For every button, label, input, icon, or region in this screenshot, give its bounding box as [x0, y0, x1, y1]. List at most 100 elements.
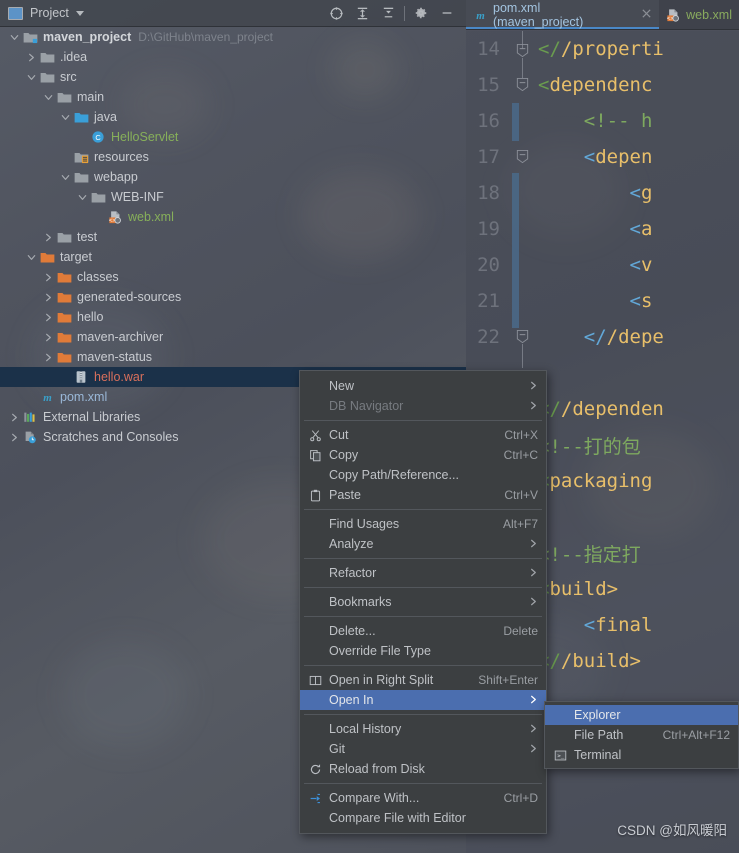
svg-text:m: m: [476, 10, 485, 22]
excluded-folder-icon: [56, 329, 72, 345]
tree-row[interactable]: <> web.xml: [0, 207, 466, 227]
menu-item[interactable]: Refactor: [300, 563, 546, 583]
code-line-text: <//properti: [538, 38, 664, 60]
chevron-right-icon[interactable]: [6, 429, 22, 445]
menu-item[interactable]: Open in Right Split Shift+Enter: [300, 670, 546, 690]
context-menu[interactable]: New DB Navigator Cut Ctrl+X Copy Ctrl+C Copy P…: [299, 370, 547, 834]
chevron-down-icon[interactable]: [40, 89, 56, 105]
chevron-right-icon[interactable]: [23, 49, 39, 65]
tree-row[interactable]: target: [0, 247, 466, 267]
java-class-icon: C: [90, 129, 106, 145]
menu-item[interactable]: Cut Ctrl+X: [300, 425, 546, 445]
project-panel-header: Project: [0, 0, 466, 27]
tree-row[interactable]: java: [0, 107, 466, 127]
background-blob: [60, 640, 190, 750]
menu-separator: [304, 558, 542, 559]
menu-separator: [304, 783, 542, 784]
tree-row[interactable]: src: [0, 67, 466, 87]
code-line: 17 <depen: [466, 139, 739, 175]
close-icon[interactable]: [641, 7, 652, 22]
tree-row[interactable]: WEB-INF: [0, 187, 466, 207]
tree-row-label: maven_project: [43, 30, 132, 44]
menu-item-shortcut: Ctrl+X: [504, 428, 538, 442]
menu-item[interactable]: Compare With... Ctrl+D: [300, 788, 546, 808]
menu-item[interactable]: Paste Ctrl+V: [300, 485, 546, 505]
menu-item: DB Navigator: [300, 396, 546, 416]
chevron-right-icon[interactable]: [40, 329, 56, 345]
chevron-right-icon[interactable]: [40, 309, 56, 325]
tree-row[interactable]: resources: [0, 147, 466, 167]
menu-item[interactable]: Find Usages Alt+F7: [300, 514, 546, 534]
compare-icon: [306, 792, 324, 805]
menu-item[interactable]: Copy Ctrl+C: [300, 445, 546, 465]
web-xml-icon: <>: [666, 8, 681, 22]
menu-item[interactable]: Open In: [300, 690, 546, 710]
tree-row[interactable]: classes: [0, 267, 466, 287]
chevron-down-icon[interactable]: [23, 249, 39, 265]
tree-row[interactable]: hello: [0, 307, 466, 327]
menu-item[interactable]: Override File Type: [300, 641, 546, 661]
tree-row[interactable]: maven-archiver: [0, 327, 466, 347]
scratches-icon: [22, 429, 38, 445]
ide-window: Project maven_project D:\GitHub\maven_pr…: [0, 0, 739, 853]
menu-item[interactable]: Explorer: [545, 705, 738, 725]
editor-tab[interactable]: <> web.xml: [659, 0, 739, 29]
menu-item-label: Reload from Disk: [329, 762, 425, 776]
editor-tab-bar: m pom.xml (maven_project) <> web.xml: [466, 0, 739, 30]
chevron-down-icon[interactable]: [74, 189, 90, 205]
tree-row[interactable]: generated-sources: [0, 287, 466, 307]
tree-row[interactable]: C HelloServlet: [0, 127, 466, 147]
web-xml-icon: <>: [107, 209, 123, 225]
chevron-down-icon[interactable]: [6, 29, 22, 45]
menu-item[interactable]: Delete... Delete: [300, 621, 546, 641]
chevron-down-icon[interactable]: [57, 169, 73, 185]
folder-icon: [56, 89, 72, 105]
menu-item[interactable]: Analyze: [300, 534, 546, 554]
editor-tab[interactable]: m pom.xml (maven_project): [466, 0, 660, 29]
chevron-right-icon: [529, 694, 538, 707]
chevron-down-icon[interactable]: [23, 69, 39, 85]
gear-icon[interactable]: [408, 1, 434, 25]
chevron-right-icon[interactable]: [40, 349, 56, 365]
code-line-text: <dependenc: [538, 74, 653, 96]
menu-item[interactable]: Reload from Disk: [300, 759, 546, 779]
tree-row[interactable]: maven-status: [0, 347, 466, 367]
tree-row[interactable]: main: [0, 87, 466, 107]
split-icon: [306, 674, 324, 687]
menu-item[interactable]: Compare File with Editor: [300, 808, 546, 828]
collapse-all-icon[interactable]: [375, 1, 401, 25]
menu-item[interactable]: File Path Ctrl+Alt+F12: [545, 725, 738, 745]
menu-item[interactable]: Local History: [300, 719, 546, 739]
menu-separator: [304, 665, 542, 666]
line-number: 19: [477, 218, 500, 240]
chevron-down-icon[interactable]: [75, 10, 84, 16]
tree-row[interactable]: maven_project D:\GitHub\maven_project: [0, 27, 466, 47]
context-submenu-open-in[interactable]: Explorer File Path Ctrl+Alt+F12 >_ Terminal: [544, 701, 739, 769]
menu-item[interactable]: Git: [300, 739, 546, 759]
chevron-right-icon: [529, 596, 538, 609]
menu-item[interactable]: New: [300, 376, 546, 396]
chevron-right-icon[interactable]: [40, 289, 56, 305]
tree-row-label: pom.xml: [60, 390, 108, 404]
select-opened-file-icon[interactable]: [323, 1, 349, 25]
project-panel-title: Project: [30, 6, 69, 20]
menu-item[interactable]: Bookmarks: [300, 592, 546, 612]
line-number: 20: [477, 254, 500, 276]
tree-row[interactable]: .idea: [0, 47, 466, 67]
minimize-icon[interactable]: [434, 1, 460, 25]
line-number: 18: [477, 182, 500, 204]
chevron-right-icon[interactable]: [40, 269, 56, 285]
chevron-right-icon[interactable]: [6, 409, 22, 425]
chevron-down-icon[interactable]: [57, 109, 73, 125]
expand-all-icon[interactable]: [349, 1, 375, 25]
menu-item[interactable]: Copy Path/Reference...: [300, 465, 546, 485]
chevron-right-icon[interactable]: [40, 229, 56, 245]
menu-item[interactable]: >_ Terminal: [545, 745, 738, 765]
menu-item-label: Delete...: [329, 624, 376, 638]
tree-row[interactable]: webapp: [0, 167, 466, 187]
menu-separator: [304, 714, 542, 715]
archive-icon: [73, 369, 89, 385]
tree-row[interactable]: test: [0, 227, 466, 247]
menu-item-label: Local History: [329, 722, 402, 736]
code-line: 19 <a: [466, 211, 739, 247]
